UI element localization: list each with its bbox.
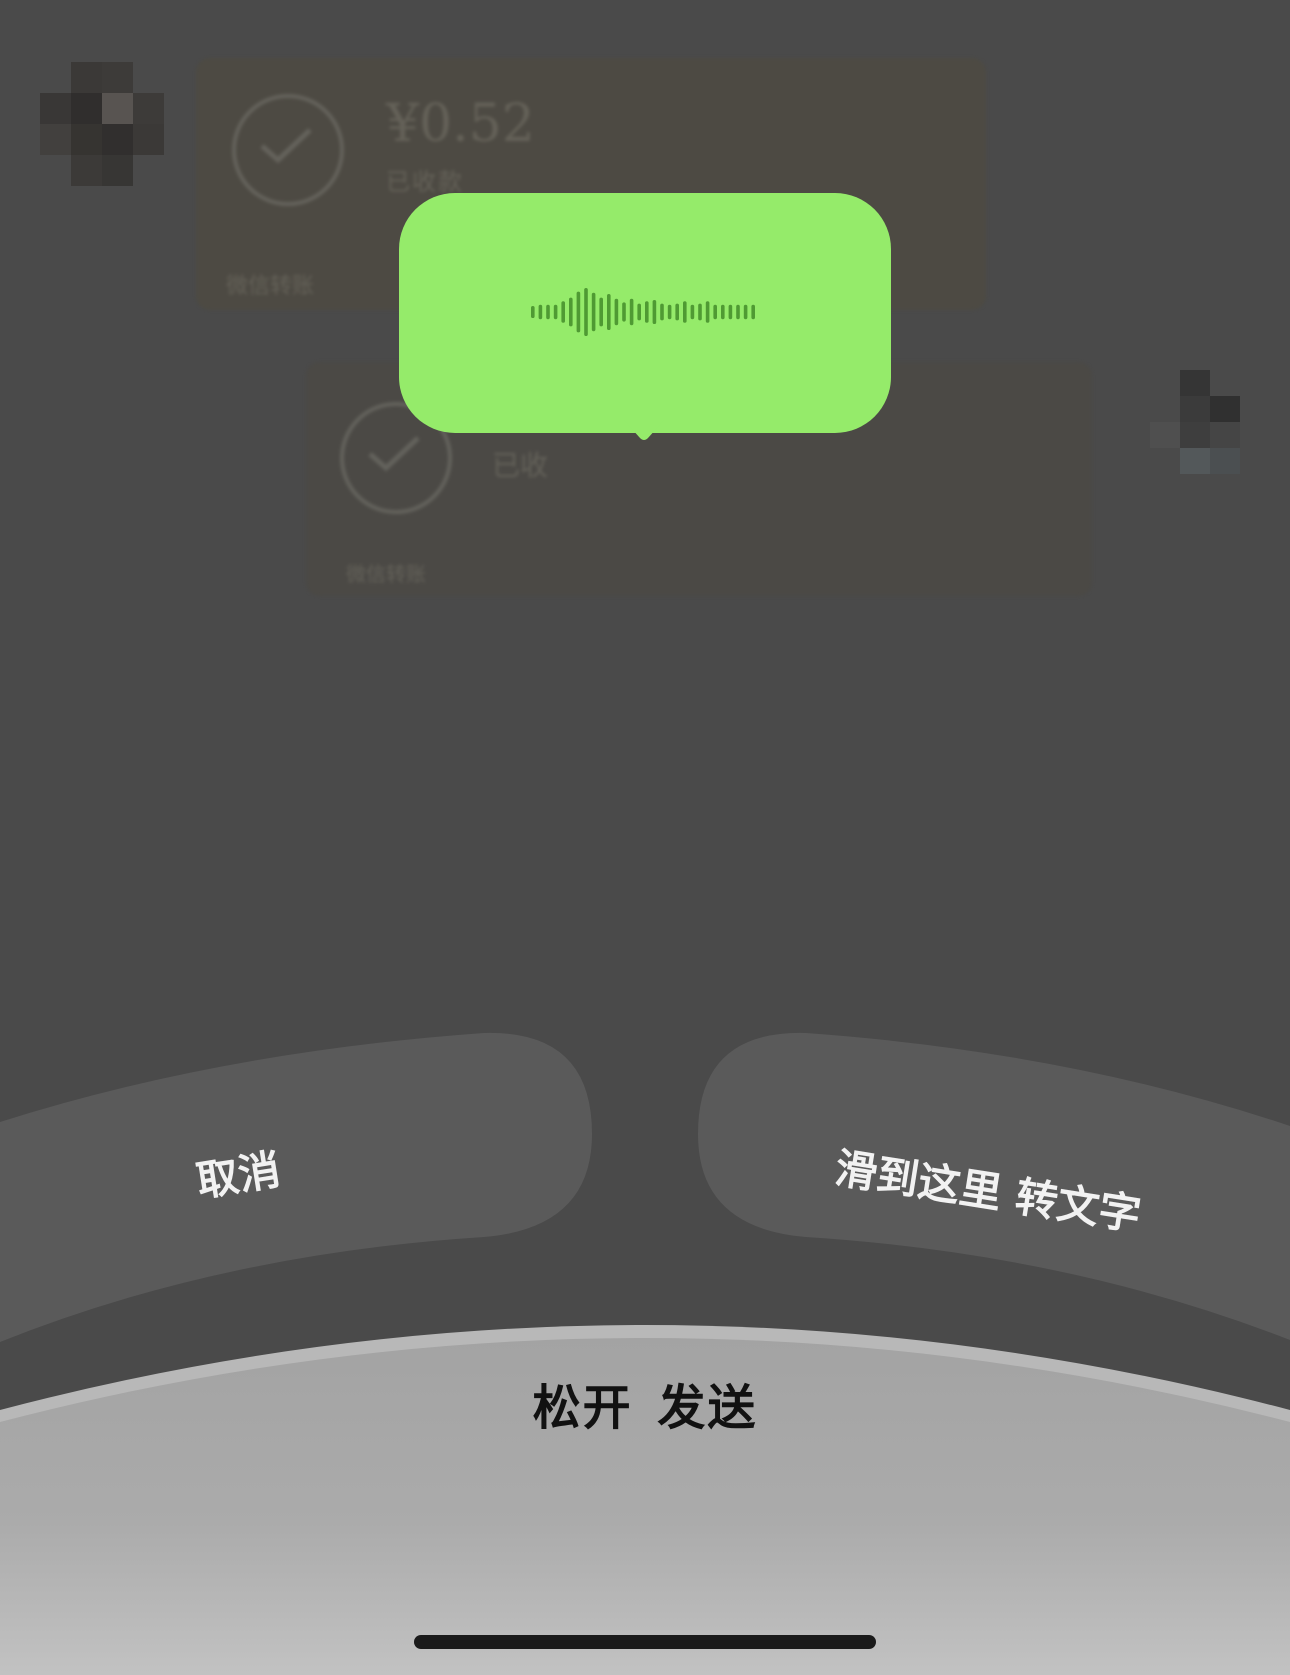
- release-to-send-label: 松开 发送: [532, 1380, 758, 1436]
- cancel-button[interactable]: 取消: [192, 1136, 285, 1209]
- home-indicator[interactable]: [414, 1635, 876, 1649]
- voice-recording-screen: ¥0.52 已收款 微信转账 已收 微信转账 取消 滑到这里 转文字 松开 发送: [0, 0, 1290, 1675]
- cancel-zone[interactable]: [0, 1032, 592, 1342]
